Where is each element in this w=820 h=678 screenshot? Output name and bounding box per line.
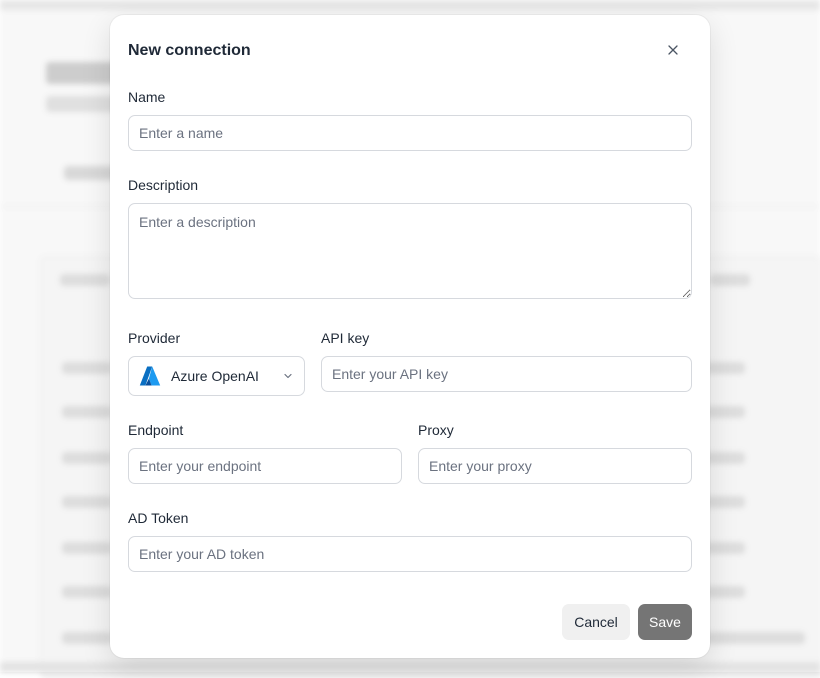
- provider-label: Provider: [128, 330, 180, 346]
- close-button[interactable]: [664, 41, 682, 59]
- description-label: Description: [128, 177, 198, 193]
- endpoint-label: Endpoint: [128, 422, 183, 438]
- proxy-label: Proxy: [418, 422, 454, 438]
- ad-token-input[interactable]: [128, 536, 692, 572]
- api-key-label: API key: [321, 330, 369, 346]
- cancel-button[interactable]: Cancel: [562, 604, 630, 640]
- new-connection-dialog: New connection Name Description Provider…: [110, 15, 710, 658]
- endpoint-input[interactable]: [128, 448, 402, 484]
- save-button[interactable]: Save: [638, 604, 692, 640]
- name-label: Name: [128, 89, 165, 105]
- api-key-input[interactable]: [321, 356, 692, 392]
- chevron-down-icon: [282, 370, 294, 382]
- close-icon: [668, 45, 678, 55]
- dialog-title: New connection: [128, 42, 251, 60]
- ad-token-label: AD Token: [128, 510, 188, 526]
- azure-logo-icon: [139, 365, 161, 387]
- proxy-input[interactable]: [418, 448, 692, 484]
- provider-select[interactable]: Azure OpenAI: [128, 356, 305, 396]
- name-input[interactable]: [128, 115, 692, 151]
- provider-select-value: Azure OpenAI: [171, 368, 282, 384]
- description-textarea[interactable]: [128, 203, 692, 299]
